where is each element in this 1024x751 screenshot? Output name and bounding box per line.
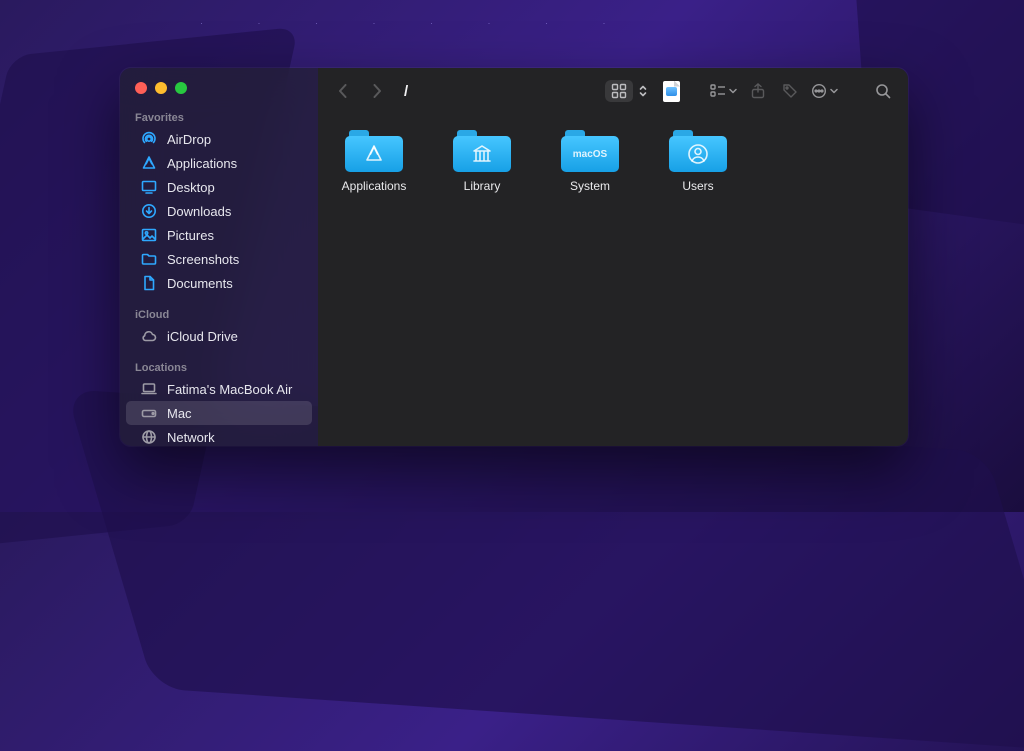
sidebar-item-label: iCloud Drive (167, 330, 238, 343)
sidebar-item-label: Downloads (167, 205, 231, 218)
sidebar-item-label: AirDrop (167, 133, 211, 146)
finder-window: Favorites AirDrop Applications Desktop Downl… (120, 68, 908, 446)
view-switcher (605, 80, 680, 102)
sidebar-item-documents[interactable]: Documents (126, 271, 312, 295)
laptop-icon (141, 381, 157, 397)
airdrop-icon (141, 131, 157, 147)
desktop-icon (141, 179, 157, 195)
disk-icon (141, 405, 157, 421)
sidebar-item-screenshots[interactable]: Screenshots (126, 247, 312, 271)
sidebar: Favorites AirDrop Applications Desktop Downl… (120, 68, 318, 446)
tags-button[interactable] (779, 80, 801, 102)
folder-label: Library (464, 179, 501, 193)
maximize-button[interactable] (175, 82, 187, 94)
apps-icon (141, 155, 157, 171)
sidebar-item-icloud-drive[interactable]: iCloud Drive (126, 324, 312, 348)
sidebar-section-label: Locations (120, 358, 318, 377)
sidebar-item-label: Screenshots (167, 253, 239, 266)
sidebar-item-downloads[interactable]: Downloads (126, 199, 312, 223)
folder-library[interactable]: Library (444, 130, 520, 193)
sidebar-item-label: Network (167, 431, 215, 444)
folder-label: System (570, 179, 610, 193)
sidebar-section-label: iCloud (120, 305, 318, 324)
content-pane: / (318, 68, 908, 446)
sidebar-item-label: Applications (167, 157, 237, 170)
wallpaper-stars: · · · · · · · · (200, 18, 631, 28)
toolbar: / (318, 68, 908, 114)
window-controls (120, 82, 318, 108)
folder-icon: macOS (561, 130, 619, 172)
sidebar-item-network[interactable]: Network (126, 425, 312, 446)
documents-icon (141, 275, 157, 291)
pictures-icon (141, 227, 157, 243)
folder-icon (141, 251, 157, 267)
sidebar-item-fatima-s-macbook-air[interactable]: Fatima's MacBook Air (126, 377, 312, 401)
globe-icon (141, 429, 157, 445)
share-button[interactable] (747, 80, 769, 102)
folder-applications[interactable]: Applications (336, 130, 412, 193)
action-menu-button[interactable] (811, 80, 838, 102)
folder-label: Applications (342, 179, 407, 193)
sidebar-item-label: Fatima's MacBook Air (167, 383, 292, 396)
sidebar-section-label: Favorites (120, 108, 318, 127)
path-title: / (404, 83, 408, 100)
minimize-button[interactable] (155, 82, 167, 94)
folder-icon (453, 130, 511, 172)
view-menu-button[interactable] (633, 81, 653, 101)
file-grid: Applications Library macOS System Users (318, 114, 908, 446)
back-button[interactable] (332, 80, 354, 102)
close-button[interactable] (135, 82, 147, 94)
folder-users[interactable]: Users (660, 130, 736, 193)
sidebar-item-mac[interactable]: Mac (126, 401, 312, 425)
group-by-button[interactable] (710, 80, 737, 102)
sidebar-item-applications[interactable]: Applications (126, 151, 312, 175)
folder-icon (669, 130, 727, 172)
folder-system[interactable]: macOS System (552, 130, 628, 193)
folder-icon (345, 130, 403, 172)
cloud-icon (141, 328, 157, 344)
sidebar-item-label: Documents (167, 277, 233, 290)
preview-doc-icon (663, 81, 680, 102)
sidebar-item-desktop[interactable]: Desktop (126, 175, 312, 199)
downloads-icon (141, 203, 157, 219)
forward-button[interactable] (366, 80, 388, 102)
search-button[interactable] (872, 80, 894, 102)
folder-label: Users (682, 179, 713, 193)
sidebar-item-pictures[interactable]: Pictures (126, 223, 312, 247)
view-icons-button[interactable] (605, 80, 633, 102)
sidebar-item-label: Mac (167, 407, 192, 420)
sidebar-item-airdrop[interactable]: AirDrop (126, 127, 312, 151)
sidebar-item-label: Desktop (167, 181, 215, 194)
sidebar-item-label: Pictures (167, 229, 214, 242)
